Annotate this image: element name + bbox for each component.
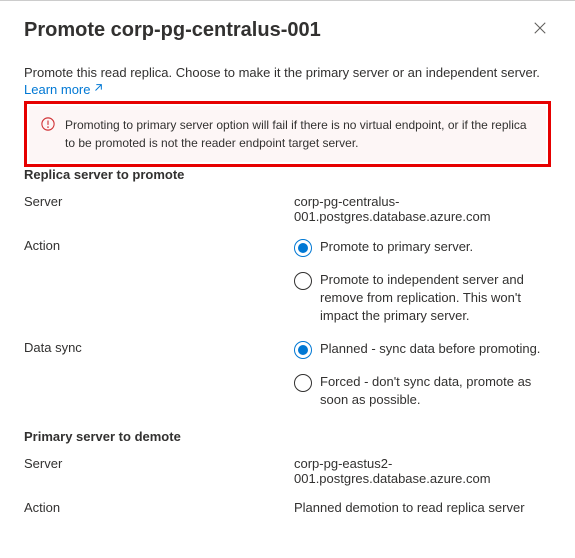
primary-section-title: Primary server to demote xyxy=(24,429,551,444)
alert-text: Promoting to primary server option will … xyxy=(65,116,534,152)
datasync-radio-forced-label: Forced - don't sync data, promote as soo… xyxy=(320,373,551,409)
primary-server-label: Server xyxy=(24,456,294,471)
primary-server-row: Server corp-pg-eastus2-001.postgres.data… xyxy=(24,456,551,486)
radio-unselected-icon xyxy=(294,374,312,392)
primary-action-value: Planned demotion to read replica server xyxy=(294,500,551,515)
replica-server-value: corp-pg-centralus-001.postgres.database.… xyxy=(294,194,551,224)
promote-panel: Promote corp-pg-centralus-001 Promote th… xyxy=(0,1,575,545)
primary-server-value: corp-pg-eastus2-001.postgres.database.az… xyxy=(294,456,551,486)
datasync-radio-forced[interactable]: Forced - don't sync data, promote as soo… xyxy=(294,373,551,409)
replica-server-label: Server xyxy=(24,194,294,209)
replica-action-label: Action xyxy=(24,238,294,253)
primary-action-label: Action xyxy=(24,500,294,515)
replica-server-row: Server corp-pg-centralus-001.postgres.da… xyxy=(24,194,551,224)
action-radio-primary[interactable]: Promote to primary server. xyxy=(294,238,551,257)
close-icon xyxy=(533,22,547,39)
datasync-radio-planned-label: Planned - sync data before promoting. xyxy=(320,340,540,358)
replica-section-title: Replica server to promote xyxy=(24,167,551,182)
learn-more-label: Learn more xyxy=(24,82,90,97)
action-radio-independent-label: Promote to independent server and remove… xyxy=(320,271,551,326)
datasync-row: Data sync Planned - sync data before pro… xyxy=(24,340,551,409)
alert-highlight-border: Promoting to primary server option will … xyxy=(24,101,551,167)
datasync-radio-group: Planned - sync data before promoting. Fo… xyxy=(294,340,551,409)
external-link-icon xyxy=(93,83,103,96)
panel-title: Promote corp-pg-centralus-001 xyxy=(24,19,321,42)
datasync-label: Data sync xyxy=(24,340,294,355)
learn-more-link[interactable]: Learn more xyxy=(24,82,103,97)
error-icon xyxy=(41,117,55,134)
radio-selected-icon xyxy=(294,341,312,359)
datasync-radio-planned[interactable]: Planned - sync data before promoting. xyxy=(294,340,551,359)
close-button[interactable] xyxy=(529,17,551,43)
radio-selected-icon xyxy=(294,239,312,257)
action-radio-primary-label: Promote to primary server. xyxy=(320,238,473,256)
action-radio-group: Promote to primary server. Promote to in… xyxy=(294,238,551,326)
action-radio-independent[interactable]: Promote to independent server and remove… xyxy=(294,271,551,326)
intro-text: Promote this read replica. Choose to mak… xyxy=(24,65,551,80)
panel-header: Promote corp-pg-centralus-001 xyxy=(24,17,551,43)
warning-alert: Promoting to primary server option will … xyxy=(29,106,546,162)
primary-action-row: Action Planned demotion to read replica … xyxy=(24,500,551,515)
replica-action-row: Action Promote to primary server. Promot… xyxy=(24,238,551,326)
radio-unselected-icon xyxy=(294,272,312,290)
